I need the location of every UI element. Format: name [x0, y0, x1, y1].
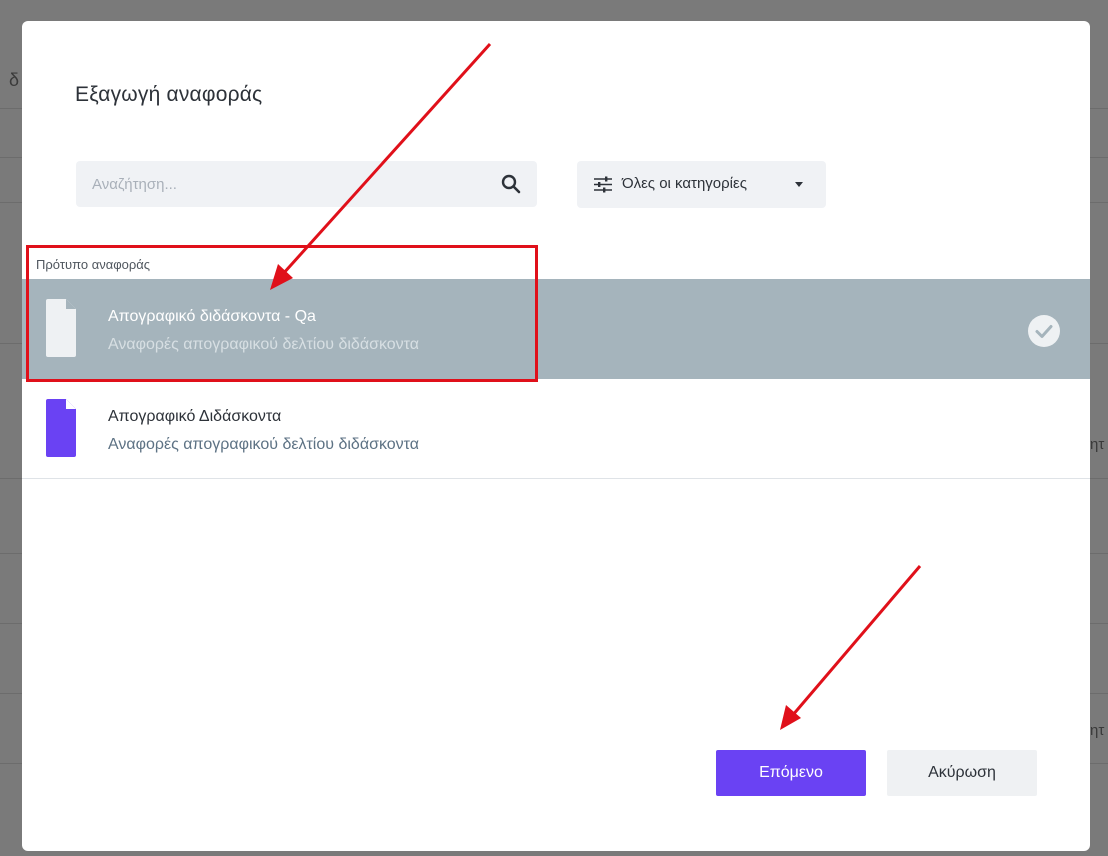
- dialog-title: Εξαγωγή αναφοράς: [75, 83, 263, 106]
- cancel-button[interactable]: Ακύρωση: [887, 750, 1037, 796]
- document-icon: [46, 399, 76, 457]
- background-text: ητ: [1090, 722, 1105, 739]
- sliders-icon: [594, 176, 612, 193]
- report-title: Απογραφικό Διδάσκοντα: [108, 408, 282, 425]
- background-text: δ: [9, 70, 20, 90]
- report-title: Απογραφικό διδάσκοντα - Qa: [108, 308, 316, 325]
- search-icon[interactable]: [500, 173, 522, 195]
- category-filter-label: Όλες οι κατηγορίες: [622, 175, 747, 192]
- document-icon: [46, 299, 76, 357]
- export-report-dialog: Εξαγωγή αναφοράς Όλες οι κατηγορίες Πρότ…: [22, 21, 1090, 851]
- section-label: Πρότυπο αναφοράς: [36, 257, 151, 272]
- report-item-selected[interactable]: Απογραφικό διδάσκοντα - Qa Αναφορές απογ…: [22, 279, 1090, 379]
- search-input[interactable]: [76, 161, 502, 207]
- category-filter-dropdown[interactable]: Όλες οι κατηγορίες: [577, 161, 826, 208]
- check-circle-icon: [1028, 315, 1060, 347]
- report-subtitle: Αναφορές απογραφικού δελτίου διδάσκοντα: [108, 336, 419, 353]
- caret-down-icon: [795, 182, 803, 187]
- next-button[interactable]: Επόμενο: [716, 750, 866, 796]
- search-box: [76, 161, 537, 207]
- background-text: ητ: [1090, 436, 1105, 453]
- report-item[interactable]: Απογραφικό Διδάσκοντα Αναφορές απογραφικ…: [22, 379, 1090, 479]
- report-subtitle: Αναφορές απογραφικού δελτίου διδάσκοντα: [108, 436, 419, 453]
